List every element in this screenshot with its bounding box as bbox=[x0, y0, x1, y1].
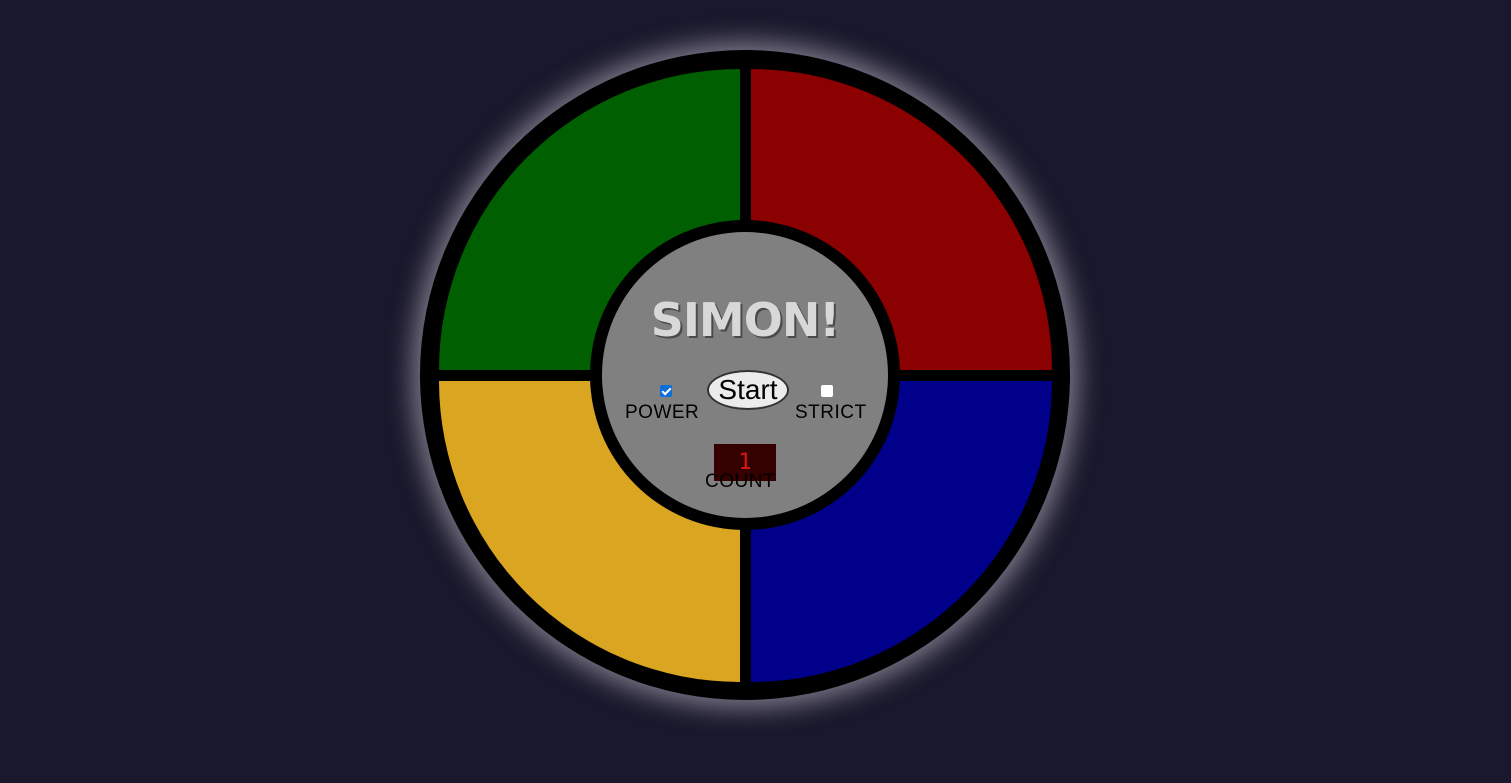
control-panel-ring: SIMON! Start POWER STRICT 1 COUNT bbox=[590, 220, 900, 530]
control-panel: SIMON! Start POWER STRICT 1 COUNT bbox=[602, 232, 888, 518]
power-checkbox[interactable] bbox=[660, 385, 672, 397]
game-title: SIMON! bbox=[650, 293, 841, 347]
count-label: COUNT bbox=[705, 471, 776, 492]
power-label: POWER bbox=[625, 402, 700, 423]
strict-label: STRICT bbox=[795, 402, 867, 423]
strict-checkbox[interactable] bbox=[821, 385, 833, 397]
simon-board: SIMON! Start POWER STRICT 1 COUNT bbox=[420, 50, 1070, 700]
start-button[interactable]: Start bbox=[707, 370, 789, 410]
